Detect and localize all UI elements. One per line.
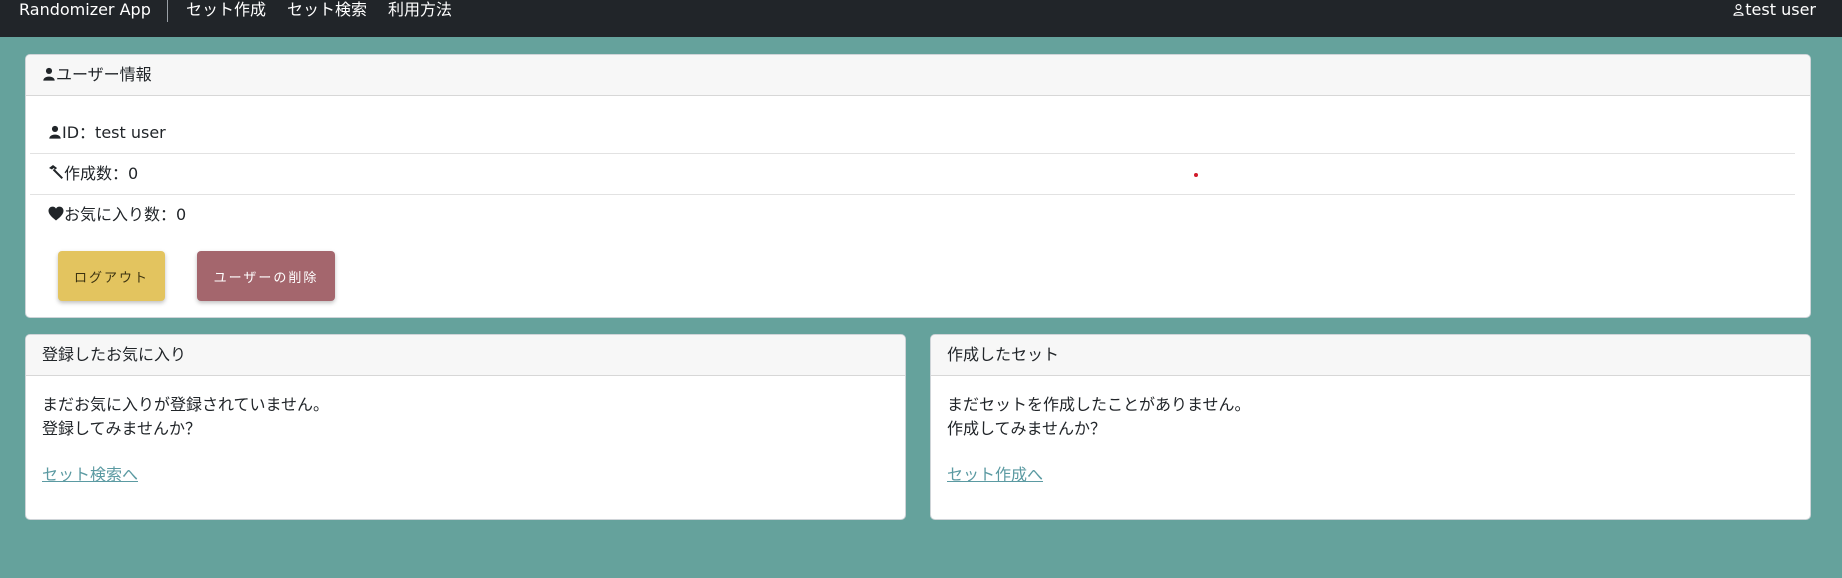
created-sets-message-line2: 作成してみませんか？ <box>947 419 1107 438</box>
favorites-count-text: お気に入り数：0 <box>64 205 187 224</box>
nav-link-search-set[interactable]: セット検索 <box>287 0 367 20</box>
created-sets-card: 作成したセット まだセットを作成したことがありません。 作成してみませんか？ セ… <box>930 334 1811 520</box>
favorites-card: 登録したお気に入り まだお気に入りが登録されていません。 登録してみませんか？ … <box>25 334 906 520</box>
nav-link-create-set[interactable]: セット作成 <box>186 0 266 20</box>
delete-user-button[interactable]: ユーザーの削除 <box>197 251 335 301</box>
created-sets-message-line1: まだセットを作成したことがありません。 <box>947 395 1251 414</box>
favorites-empty-message: まだお気に入りが登録されていません。 登録してみませんか？ <box>42 393 329 441</box>
hammer-icon <box>48 164 64 183</box>
person-outline-icon <box>1732 0 1745 19</box>
favorites-count-row: お気に入り数：0 <box>30 195 1795 235</box>
top-navbar: Randomizer App セット作成 セット検索 利用方法 test use… <box>0 0 1842 37</box>
created-count-text: 作成数：0 <box>64 164 139 183</box>
create-set-link[interactable]: セット作成へ <box>947 465 1043 485</box>
nav-link-usage[interactable]: 利用方法 <box>388 0 452 20</box>
nav-user-name: test user <box>1745 0 1816 19</box>
favorites-message-line2: 登録してみませんか？ <box>42 419 202 438</box>
user-info-title: ユーザー情報 <box>56 65 152 84</box>
person-icon <box>42 65 56 84</box>
user-info-card: ユーザー情報 ID：test user 作成数：0 お気に入り数：0 ログアウト… <box>25 54 1811 318</box>
created-sets-header: 作成したセット <box>931 335 1810 376</box>
user-info-header: ユーザー情報 <box>26 55 1810 96</box>
app-brand[interactable]: Randomizer App <box>19 0 151 20</box>
favorites-message-line1: まだお気に入りが登録されていません。 <box>42 395 330 414</box>
created-sets-empty-message: まだセットを作成したことがありません。 作成してみませんか？ <box>947 393 1251 441</box>
user-id-text: ID：test user <box>62 123 166 142</box>
nav-user-menu[interactable]: test user <box>1732 0 1816 20</box>
red-dot-marker <box>1194 173 1198 177</box>
created-count-row: 作成数：0 <box>30 154 1795 195</box>
person-icon <box>48 123 62 142</box>
logout-button[interactable]: ログアウト <box>58 251 165 301</box>
favorites-header: 登録したお気に入り <box>26 335 905 376</box>
search-set-link[interactable]: セット検索へ <box>42 465 138 485</box>
heart-icon <box>48 205 64 224</box>
nav-divider <box>167 0 168 22</box>
user-id-row: ID：test user <box>30 113 1795 154</box>
